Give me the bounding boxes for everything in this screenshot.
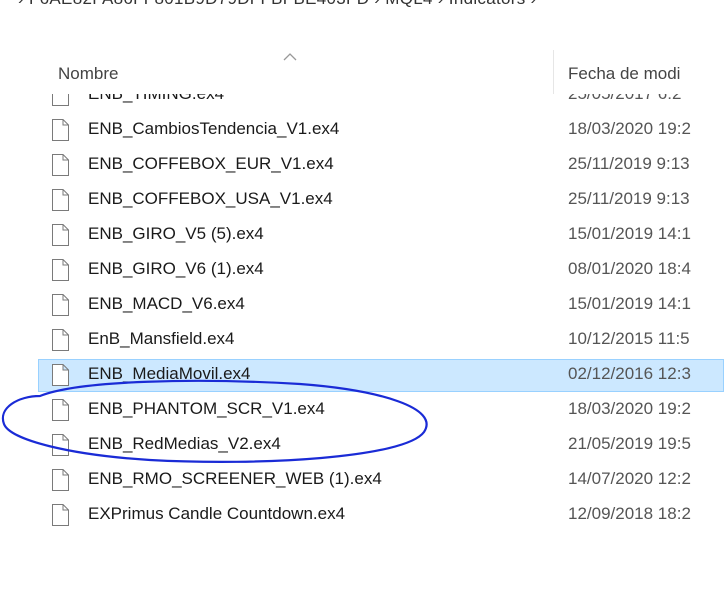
file-date: 15/01/2019 14:1 xyxy=(568,294,691,313)
file-row[interactable]: ENB_MediaMovil.ex4 02/12/2016 12:3 xyxy=(0,358,724,392)
file-row[interactable]: ENB_COFFEBOX_EUR_V1.ex4 25/11/2019 9:13 xyxy=(0,148,724,182)
file-name: ENB_RMO_SCREENER_WEB (1).ex4 xyxy=(88,469,382,488)
file-row[interactable]: ENB_RMO_SCREENER_WEB (1).ex4 14/07/2020 1… xyxy=(0,463,724,497)
column-header-name[interactable]: Nombre xyxy=(58,64,118,84)
column-separator[interactable] xyxy=(553,50,554,94)
file-row[interactable]: ENB_MACD_V6.ex4 15/01/2019 14:1 xyxy=(0,288,724,322)
breadcrumb-text: › F6AE82FA86FF801B9D79DFFBFBE403FD › MQL… xyxy=(18,0,536,9)
file-date: 15/01/2019 14:1 xyxy=(568,224,691,243)
sort-ascending-icon xyxy=(283,53,297,61)
file-name: ENB_MediaMovil.ex4 xyxy=(88,364,251,383)
file-name: ENB_MACD_V6.ex4 xyxy=(88,294,245,313)
file-name: ENB_GIRO_V6 (1).ex4 xyxy=(88,259,264,278)
breadcrumb[interactable]: › F6AE82FA86FF801B9D79DFFBFBE403FD › MQL… xyxy=(0,0,724,22)
file-name: EXPrimus Candle Countdown.ex4 xyxy=(88,504,346,523)
file-icon xyxy=(52,259,69,281)
file-row[interactable]: ENB_COFFEBOX_USA_V1.ex4 25/11/2019 9:13 xyxy=(0,183,724,217)
file-row[interactable]: ENB_GIRO_V6 (1).ex4 08/01/2020 18:4 xyxy=(0,253,724,287)
file-date: 25/05/2017 6:2 xyxy=(568,94,681,104)
file-row[interactable]: ENB_GIRO_V5 (5).ex4 15/01/2019 14:1 xyxy=(0,218,724,252)
file-icon xyxy=(52,329,69,351)
file-icon xyxy=(52,154,69,176)
file-name: ENB_COFFEBOX_USA_V1.ex4 xyxy=(88,189,333,208)
file-name: ENB_TIMING.ex4 xyxy=(88,94,224,104)
file-name: ENB_CambiosTendencia_V1.ex4 xyxy=(88,119,340,138)
file-name: ENB_COFFEBOX_EUR_V1.ex4 xyxy=(88,154,334,173)
file-date: 25/11/2019 9:13 xyxy=(568,189,690,208)
file-icon xyxy=(52,364,69,386)
file-name: ENB_GIRO_V5 (5).ex4 xyxy=(88,224,264,243)
file-icon xyxy=(52,399,69,421)
file-name: ENB_PHANTOM_SCR_V1.ex4 xyxy=(88,399,325,418)
file-date: 12/09/2018 18:2 xyxy=(568,504,691,523)
file-date: 10/12/2015 11:5 xyxy=(568,329,690,348)
file-date: 02/12/2016 12:3 xyxy=(568,364,691,383)
file-icon xyxy=(52,119,69,141)
file-icon xyxy=(52,294,69,316)
file-icon xyxy=(52,189,69,211)
file-date: 18/03/2020 19:2 xyxy=(568,399,691,418)
file-date: 18/03/2020 19:2 xyxy=(568,119,691,138)
file-row[interactable]: ENB_PHANTOM_SCR_V1.ex4 18/03/2020 19:2 xyxy=(0,393,724,427)
file-date: 21/05/2019 19:5 xyxy=(568,434,691,453)
file-date: 14/07/2020 12:2 xyxy=(568,469,691,488)
file-row[interactable]: ENB_CambiosTendencia_V1.ex4 18/03/2020 19… xyxy=(0,113,724,147)
column-header-date[interactable]: Fecha de modi xyxy=(568,64,680,84)
file-row[interactable]: EXPrimus Candle Countdown.ex4 12/09/2018 … xyxy=(0,498,724,532)
file-row[interactable]: EnB_Mansfield.ex4 10/12/2015 11:5 xyxy=(0,323,724,357)
file-name: EnB_Mansfield.ex4 xyxy=(88,329,235,348)
file-icon xyxy=(52,434,69,456)
file-name: ENB_RedMedias_V2.ex4 xyxy=(88,434,281,453)
file-list: ENB_TIMING.ex4 25/05/2017 6:2 ENB_CambiosT… xyxy=(0,94,724,606)
file-icon xyxy=(52,94,69,106)
column-header-row: Nombre Fecha de modi xyxy=(0,50,724,94)
file-date: 25/11/2019 9:13 xyxy=(568,154,690,173)
file-icon xyxy=(52,224,69,246)
file-icon xyxy=(52,469,69,491)
file-icon xyxy=(52,504,69,526)
file-row[interactable]: ENB_TIMING.ex4 25/05/2017 6:2 xyxy=(0,94,724,112)
file-date: 08/01/2020 18:4 xyxy=(568,259,691,278)
file-row[interactable]: ENB_RedMedias_V2.ex4 21/05/2019 19:5 xyxy=(0,428,724,462)
